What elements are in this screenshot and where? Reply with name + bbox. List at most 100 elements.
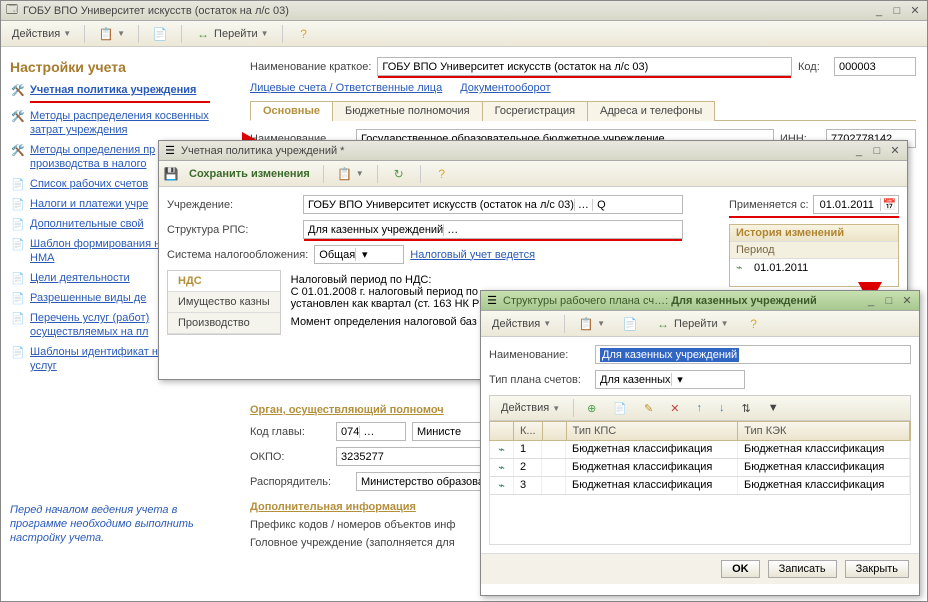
chapter-input[interactable]: 074… — [336, 422, 406, 441]
main-toolbar: Действия▼ 📋▼ 📄 ↔Перейти▼ ? — [1, 21, 927, 47]
code-input[interactable]: 000003 — [834, 57, 916, 76]
button-bar: OK Записать Закрыть — [481, 553, 919, 584]
s-tb-2[interactable]: 📄 — [615, 314, 645, 334]
s-name-label: Наименование: — [489, 349, 589, 361]
save-changes-link[interactable]: Сохранить изменения — [182, 164, 317, 184]
table-row[interactable]: ⌁1Бюджетная классификацияБюджетная класс… — [489, 441, 911, 459]
grid-header: К... Тип КПС Тип КЭК — [489, 421, 911, 441]
history-row[interactable]: ⌁01.01.2011 — [730, 259, 898, 276]
nds-line1: Налоговый период по НДС: — [291, 274, 711, 286]
s-close-button[interactable]: ✕ — [899, 294, 915, 308]
close-button[interactable]: ✕ — [907, 4, 923, 18]
ok-button[interactable]: OK — [721, 560, 760, 578]
edit-icon[interactable]: ✎ — [637, 398, 660, 418]
struct-input[interactable]: Для казенных учреждений… — [303, 220, 683, 239]
record-icon: ⌁ — [736, 261, 754, 274]
s-goto-menu[interactable]: ↔Перейти▼ — [648, 314, 736, 334]
copy-icon[interactable]: 📄 — [606, 398, 634, 418]
headorg-label: Головное учреждение (заполняется для — [250, 537, 480, 549]
main-title: ГОБУ ВПО Университет искусств (остаток н… — [23, 5, 871, 17]
row-icon: ⌁ — [490, 459, 514, 476]
down-icon[interactable]: ↓ — [712, 398, 732, 418]
chapter-label: Код главы: — [250, 426, 330, 438]
table-row[interactable]: ⌁3Бюджетная классификацияБюджетная класс… — [489, 477, 911, 495]
sidebar-footer-note: Перед началом ведения учета в программе … — [10, 503, 232, 545]
pol-max-button[interactable]: □ — [869, 144, 885, 158]
tab-address[interactable]: Адреса и телефоны — [587, 101, 715, 121]
struct-toolbar: Действия▼ 📋▼ 📄 ↔Перейти▼ ? — [481, 311, 919, 337]
calendar-icon[interactable]: 📅 — [880, 198, 898, 211]
sidebar-heading: Настройки учета — [10, 59, 232, 75]
add-icon[interactable]: ⊕ — [580, 398, 603, 418]
link-accounts[interactable]: Лицевые счета / Ответственные лица — [250, 82, 442, 94]
delete-icon[interactable]: ✕ — [663, 398, 686, 418]
vtab-property[interactable]: Имущество казны — [168, 292, 280, 313]
disk-icon: 💾 — [163, 166, 179, 182]
help-button[interactable]: ? — [289, 24, 319, 44]
s-help-button[interactable]: ? — [739, 314, 769, 334]
maximize-button[interactable]: □ — [889, 4, 905, 18]
taxsys-input[interactable]: Общая▾ — [314, 245, 404, 264]
save-button[interactable]: Записать — [768, 560, 837, 578]
pol-refresh-button[interactable]: ↻ — [384, 164, 414, 184]
sidebar-item-1[interactable]: 🛠️Методы распределения косвенных затрат … — [10, 109, 232, 137]
policy-title: Учетная политика учреждений * — [181, 145, 851, 157]
history-heading: История изменений — [730, 225, 898, 241]
tabbar: Основные Бюджетные полномочия Госрегистр… — [250, 100, 916, 121]
s-max-button[interactable]: □ — [881, 294, 897, 308]
applied-label: Применяется с: — [729, 199, 809, 211]
actions-menu[interactable]: Действия▼ — [5, 24, 78, 44]
s-plan-input[interactable]: Для казенных▾ — [595, 370, 745, 389]
tb-icon-1[interactable]: 📋▼ — [91, 24, 132, 44]
minimize-button[interactable]: _ — [871, 4, 887, 18]
s-actions-menu[interactable]: Действия▼ — [485, 314, 558, 334]
g-actions-menu[interactable]: Действия▼ — [494, 398, 567, 418]
list-icon: ☰ — [163, 144, 177, 158]
okpo-input[interactable]: 3235277 — [336, 447, 486, 466]
code-label: Код: — [798, 61, 828, 73]
pol-help-button[interactable]: ? — [427, 164, 457, 184]
struct-titlebar: ☰ Структуры рабочего плана сч…: Для казе… — [481, 291, 919, 311]
goto-menu[interactable]: ↔Перейти▼ — [188, 24, 276, 44]
cancel-button[interactable]: Закрыть — [845, 560, 909, 578]
s-min-button[interactable]: _ — [863, 294, 879, 308]
tab-main[interactable]: Основные — [250, 101, 333, 121]
history-box: История изменений Период ⌁01.01.2011 — [729, 224, 899, 287]
pol-min-button[interactable]: _ — [851, 144, 867, 158]
app-icon: 🗔 — [5, 4, 19, 18]
tab-budget[interactable]: Бюджетные полномочия — [332, 101, 483, 121]
s-plan-label: Тип плана счетов: — [489, 374, 589, 386]
tb-icon-2[interactable]: 📄 — [145, 24, 175, 44]
tax-link[interactable]: Налоговый учет ведется — [410, 249, 535, 261]
tab-gosreg[interactable]: Госрегистрация — [482, 101, 588, 121]
row-icon: ⌁ — [490, 441, 514, 458]
applied-date-input[interactable]: 01.01.2011📅 — [813, 195, 899, 214]
shortname-input[interactable]: ГОБУ ВПО Университет искусств (остаток н… — [377, 57, 792, 76]
shortname-label: Наименование краткое: — [250, 61, 371, 73]
policy-toolbar: 💾 Сохранить изменения 📋▼ ↻ ? — [159, 161, 907, 187]
struct-title: Структуры рабочего плана сч…: Для казенн… — [503, 295, 863, 307]
pol-close-button[interactable]: ✕ — [887, 144, 903, 158]
vtab-production[interactable]: Производство — [168, 313, 280, 334]
history-column: Период — [730, 241, 898, 259]
link-docs[interactable]: Документооборот — [460, 82, 550, 94]
prefix-label: Префикс кодов / номеров объектов инф — [250, 519, 480, 531]
s-tb-1[interactable]: 📋▼ — [571, 314, 612, 334]
manager-label: Распорядитель: — [250, 476, 350, 488]
filter-icon[interactable]: ▼ — [761, 398, 786, 418]
vtab-nds[interactable]: НДС — [168, 271, 280, 292]
pol-tb-1[interactable]: 📋▼ — [330, 164, 371, 184]
struct-label: Структура РПС: — [167, 224, 297, 236]
org-input[interactable]: ГОБУ ВПО Университет искусств (остаток н… — [303, 195, 683, 214]
up-icon[interactable]: ↑ — [689, 398, 709, 418]
s-name-input[interactable]: Для казенных учреждений — [595, 345, 911, 364]
sidebar-item-policy[interactable]: 🛠️Учетная политика учреждения — [10, 83, 232, 97]
grid-icon: ☰ — [485, 294, 499, 308]
grid-toolbar: Действия▼ ⊕ 📄 ✎ ✕ ↑ ↓ ⇅ ▼ — [489, 395, 911, 421]
okpo-label: ОКПО: — [250, 451, 330, 463]
table-row[interactable]: ⌁2Бюджетная классификацияБюджетная класс… — [489, 459, 911, 477]
sort-icon[interactable]: ⇅ — [734, 398, 757, 418]
policy-titlebar: ☰ Учетная политика учреждений * _ □ ✕ — [159, 141, 907, 161]
main-titlebar: 🗔 ГОБУ ВПО Университет искусств (остаток… — [1, 1, 927, 21]
taxsys-label: Система налогообложения: — [167, 249, 308, 261]
